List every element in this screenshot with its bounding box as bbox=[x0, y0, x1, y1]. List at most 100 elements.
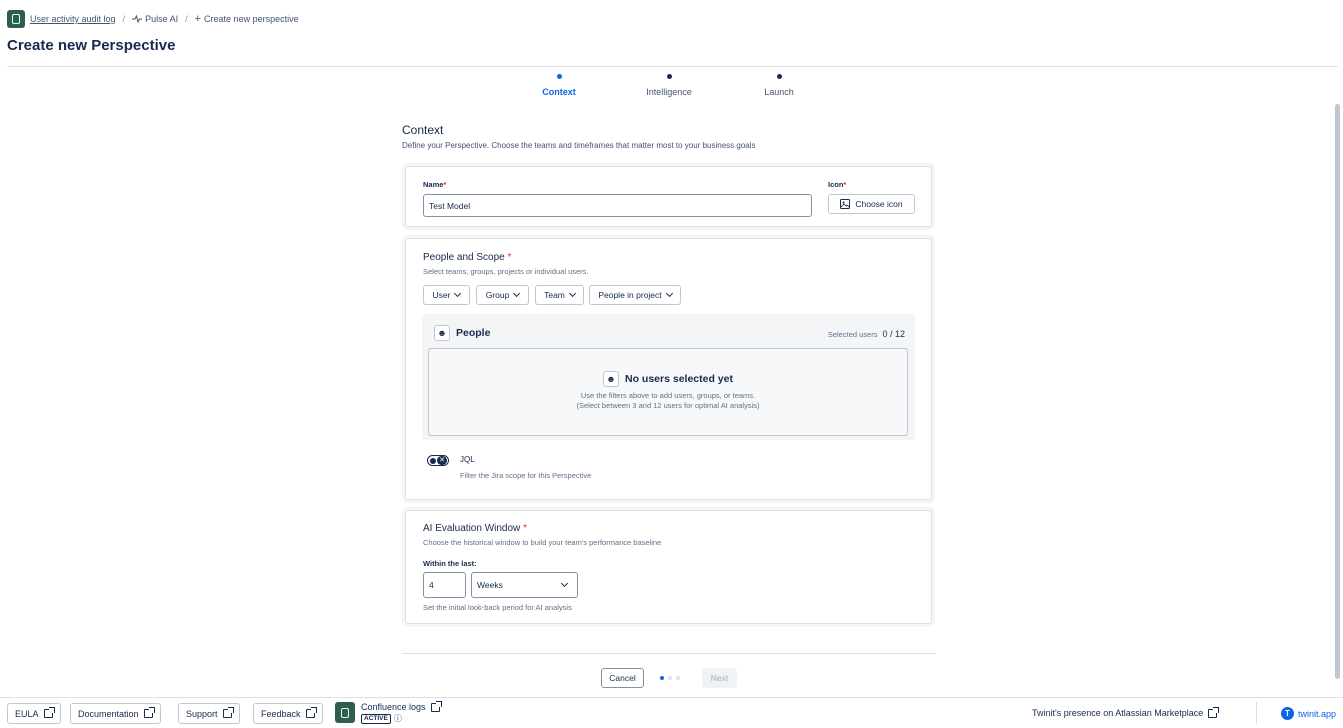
step-dot bbox=[556, 74, 562, 79]
breadcrumb-item-create: + Create new perspective bbox=[195, 13, 299, 25]
filter-label: People in project bbox=[598, 290, 662, 300]
window-title: AI Evaluation Window * bbox=[423, 523, 527, 534]
people-header: ☻ People bbox=[434, 325, 490, 341]
close-icon: ✕ bbox=[437, 456, 447, 465]
icon-label: Icon* bbox=[828, 180, 847, 189]
pager-dot bbox=[668, 676, 672, 680]
next-label: Next bbox=[710, 673, 729, 683]
external-link-icon bbox=[143, 707, 155, 718]
confluence-logs-logo-icon bbox=[335, 702, 355, 723]
name-card: Name* Test Model Icon* Choose icon bbox=[405, 166, 932, 227]
people-icon: ☻ bbox=[434, 325, 450, 341]
documentation-link[interactable]: Documentation bbox=[70, 703, 161, 724]
filter-people-in-project-dropdown[interactable]: People in project bbox=[589, 285, 681, 305]
scrollbar[interactable] bbox=[1335, 104, 1340, 679]
choose-icon-label: Choose icon bbox=[855, 199, 903, 209]
pager-dot-active bbox=[660, 676, 664, 680]
selected-users-value: 0 / 12 bbox=[882, 329, 905, 339]
empty-state-line-2: (Select between 3 and 12 users for optim… bbox=[576, 401, 760, 410]
chevron-down-icon bbox=[513, 289, 521, 298]
external-link-icon bbox=[430, 700, 442, 712]
name-input[interactable]: Test Model bbox=[423, 194, 812, 217]
within-label: Within the last: bbox=[423, 559, 477, 568]
marketplace-link[interactable]: Twinit's presence on Atlassian Marketpla… bbox=[1032, 706, 1220, 718]
pulse-icon bbox=[132, 15, 143, 23]
filter-label: Group bbox=[485, 290, 510, 300]
pager-dot bbox=[676, 676, 680, 680]
next-button[interactable]: Next bbox=[702, 668, 737, 688]
external-link-icon bbox=[222, 707, 234, 718]
cancel-button[interactable]: Cancel bbox=[601, 668, 644, 688]
support-label: Support bbox=[186, 708, 218, 719]
breadcrumb-item-label: Create new perspective bbox=[204, 14, 299, 24]
image-icon bbox=[840, 199, 851, 209]
support-link[interactable]: Support bbox=[178, 703, 240, 724]
jql-toggle[interactable]: ✕ bbox=[427, 455, 449, 466]
chevron-down-icon bbox=[454, 289, 462, 298]
app-logo-icon bbox=[7, 10, 25, 28]
selected-users-label: Selected users bbox=[827, 330, 878, 339]
page-title: Create new Perspective bbox=[7, 37, 176, 54]
external-link-icon bbox=[305, 707, 317, 718]
step-context[interactable]: Context bbox=[519, 74, 599, 97]
chevron-down-icon bbox=[560, 579, 569, 588]
info-icon[interactable]: ⓘ bbox=[394, 713, 402, 724]
section-title: Context bbox=[402, 123, 444, 137]
step-intelligence[interactable]: Intelligence bbox=[629, 74, 709, 97]
step-label: Context bbox=[542, 87, 576, 97]
step-launch[interactable]: Launch bbox=[739, 74, 819, 97]
brand-label: twinit.app bbox=[1298, 708, 1337, 719]
breadcrumb-item-pulse-ai[interactable]: Pulse AI bbox=[132, 14, 178, 24]
app-info-text: Confluence logs ACTIVE ⓘ bbox=[361, 700, 442, 724]
empty-state-header: ☻ No users selected yet bbox=[429, 371, 907, 387]
eula-link[interactable]: EULA bbox=[7, 703, 61, 724]
feedback-link[interactable]: Feedback bbox=[253, 703, 323, 724]
window-amount-value: 4 bbox=[429, 580, 434, 590]
step-dot bbox=[776, 74, 782, 79]
section-description: Define your Perspective. Choose the team… bbox=[402, 141, 756, 150]
external-link-icon bbox=[1208, 706, 1220, 718]
header-divider bbox=[7, 66, 1338, 67]
name-label: Name* bbox=[423, 180, 447, 189]
brand-link[interactable]: T twinit.app bbox=[1281, 707, 1336, 720]
documentation-label: Documentation bbox=[78, 708, 139, 719]
section-header: Context Define your Perspective. Choose … bbox=[402, 123, 756, 150]
external-link-icon bbox=[43, 707, 55, 718]
breadcrumb: User activity audit log / Pulse AI / + C… bbox=[7, 10, 299, 28]
step-dot bbox=[666, 74, 672, 79]
step-label: Intelligence bbox=[646, 87, 692, 97]
people-icon: ☻ bbox=[603, 371, 620, 387]
empty-state: ☻ No users selected yet Use the filters … bbox=[428, 348, 908, 436]
app-info[interactable]: Confluence logs ACTIVE ⓘ bbox=[335, 700, 442, 724]
breadcrumb-app-link[interactable]: User activity audit log bbox=[30, 14, 116, 24]
jql-description: Filter the Jira scope for this Perspecti… bbox=[460, 471, 592, 480]
breadcrumb-separator: / bbox=[185, 14, 188, 24]
scope-title: People and Scope * bbox=[423, 252, 512, 263]
window-unit-select[interactable]: Weeks bbox=[471, 572, 578, 598]
filter-user-dropdown[interactable]: User bbox=[423, 285, 470, 305]
filter-team-dropdown[interactable]: Team bbox=[535, 285, 584, 305]
actions-divider bbox=[402, 653, 936, 654]
breadcrumb-separator: / bbox=[122, 14, 126, 24]
step-label: Launch bbox=[764, 87, 794, 97]
window-help: Set the initial look-back period for AI … bbox=[423, 603, 572, 612]
jql-label: JQL bbox=[460, 455, 475, 464]
name-input-value: Test Model bbox=[429, 200, 471, 211]
status-badge: ACTIVE bbox=[361, 713, 391, 724]
scope-subtitle: Select teams, groups, projects or indivi… bbox=[423, 267, 589, 276]
window-amount-input[interactable]: 4 bbox=[423, 572, 466, 598]
chevron-down-icon bbox=[665, 289, 673, 298]
app-name: Confluence logs bbox=[361, 702, 426, 712]
people-title: People bbox=[456, 327, 491, 339]
people-panel: ☻ People Selected users 0 / 12 ☻ No user… bbox=[422, 314, 915, 440]
chevron-down-icon bbox=[568, 289, 576, 298]
breadcrumb-item-label: Pulse AI bbox=[145, 14, 179, 24]
filter-label: Team bbox=[544, 290, 565, 300]
marketplace-label: Twinit's presence on Atlassian Marketpla… bbox=[1032, 708, 1204, 718]
selected-users-count: Selected users 0 / 12 bbox=[828, 329, 905, 339]
ai-evaluation-window-card: AI Evaluation Window * Choose the histor… bbox=[405, 510, 932, 624]
choose-icon-button[interactable]: Choose icon bbox=[828, 194, 915, 214]
filter-group-dropdown[interactable]: Group bbox=[476, 285, 529, 305]
plus-icon: + bbox=[194, 13, 202, 25]
cancel-label: Cancel bbox=[609, 673, 636, 683]
